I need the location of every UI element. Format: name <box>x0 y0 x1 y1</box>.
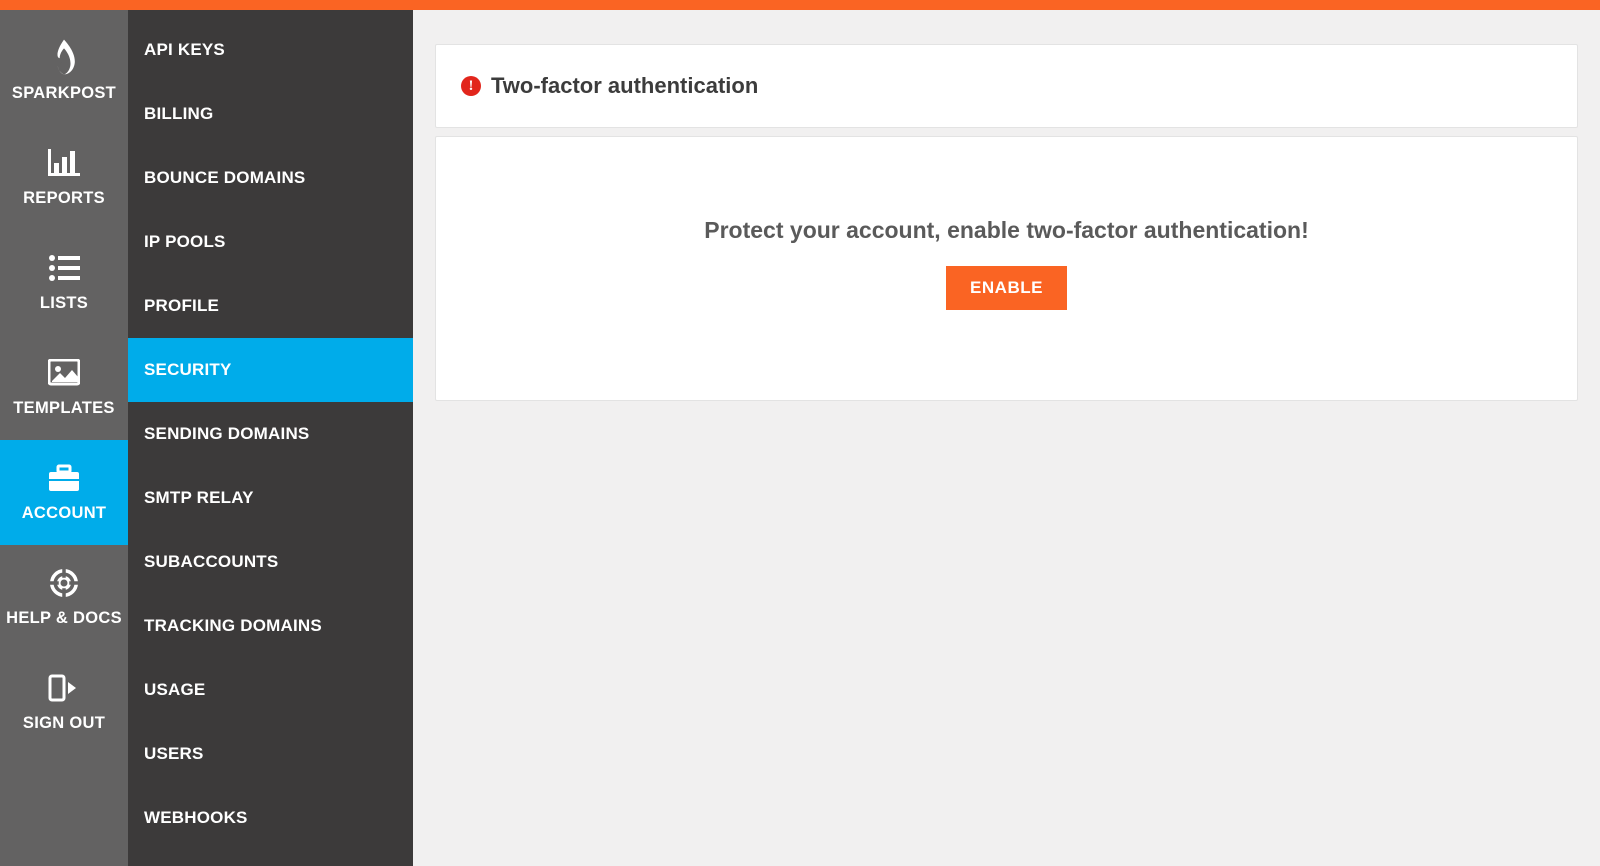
card-header-2fa: ! Two-factor authentication <box>435 44 1578 128</box>
subnav-label: USERS <box>144 744 204 763</box>
main-content: ! Two-factor authentication Protect your… <box>413 10 1600 866</box>
nav-templates-label: TEMPLATES <box>13 399 114 417</box>
subnav-label: SECURITY <box>144 360 232 379</box>
nav-reports-label: REPORTS <box>23 189 105 207</box>
life-ring-icon <box>48 569 80 597</box>
primary-nav: SPARKPOST REPORTS LISTS TEMPLATES ACCOUN <box>0 10 128 866</box>
enable-2fa-button[interactable]: ENABLE <box>946 266 1067 310</box>
card-body-inner: Protect your account, enable two-factor … <box>436 137 1577 400</box>
nav-help[interactable]: HELP & DOCS <box>0 545 128 650</box>
subnav-security[interactable]: SECURITY <box>128 338 413 402</box>
subnav-usage[interactable]: USAGE <box>128 658 413 722</box>
subnav-billing[interactable]: BILLING <box>128 82 413 146</box>
nav-account[interactable]: ACCOUNT <box>0 440 128 545</box>
subnav-label: BOUNCE DOMAINS <box>144 168 305 187</box>
top-accent-bar <box>0 0 1600 10</box>
subnav-subaccounts[interactable]: SUBACCOUNTS <box>128 530 413 594</box>
subnav-label: SMTP RELAY <box>144 488 254 507</box>
subnav-tracking-domains[interactable]: TRACKING DOMAINS <box>128 594 413 658</box>
flame-icon <box>51 38 77 76</box>
subnav-label: SUBACCOUNTS <box>144 552 278 571</box>
subnav-webhooks[interactable]: WEBHOOKS <box>128 786 413 850</box>
subnav-users[interactable]: USERS <box>128 722 413 786</box>
subnav-label: TRACKING DOMAINS <box>144 616 322 635</box>
subnav-ip-pools[interactable]: IP POOLS <box>128 210 413 274</box>
nav-signout-label: SIGN OUT <box>23 714 105 732</box>
nav-lists-label: LISTS <box>40 294 88 312</box>
card-header-row: ! Two-factor authentication <box>436 45 1577 127</box>
nav-reports[interactable]: REPORTS <box>0 125 128 230</box>
nav-templates[interactable]: TEMPLATES <box>0 335 128 440</box>
sign-out-icon <box>48 674 80 702</box>
nav-lists[interactable]: LISTS <box>0 230 128 335</box>
card-title: Two-factor authentication <box>491 73 758 99</box>
subnav-profile[interactable]: PROFILE <box>128 274 413 338</box>
alert-icon: ! <box>461 76 481 96</box>
subnav-label: IP POOLS <box>144 232 226 251</box>
subnav-label: USAGE <box>144 680 205 699</box>
subnav-label: WEBHOOKS <box>144 808 248 827</box>
nav-account-label: ACCOUNT <box>22 504 107 522</box>
card-body-2fa: Protect your account, enable two-factor … <box>435 136 1578 401</box>
subnav-label: SENDING DOMAINS <box>144 424 309 443</box>
image-icon <box>48 359 80 387</box>
subnav-label: PROFILE <box>144 296 219 315</box>
app-shell: SPARKPOST REPORTS LISTS TEMPLATES ACCOUN <box>0 10 1600 866</box>
subnav-bounce-domains[interactable]: BOUNCE DOMAINS <box>128 146 413 210</box>
subnav-label: BILLING <box>144 104 213 123</box>
subnav-label: API KEYS <box>144 40 225 59</box>
nav-signout[interactable]: SIGN OUT <box>0 650 128 755</box>
briefcase-icon <box>48 464 80 492</box>
secondary-nav: API KEYS BILLING BOUNCE DOMAINS IP POOLS… <box>128 10 413 866</box>
enable-2fa-prompt: Protect your account, enable two-factor … <box>461 217 1552 244</box>
subnav-smtp-relay[interactable]: SMTP RELAY <box>128 466 413 530</box>
brand-home[interactable]: SPARKPOST <box>0 10 128 125</box>
subnav-api-keys[interactable]: API KEYS <box>128 18 413 82</box>
subnav-sending-domains[interactable]: SENDING DOMAINS <box>128 402 413 466</box>
brand-label: SPARKPOST <box>12 84 116 102</box>
list-icon <box>48 254 80 282</box>
nav-help-label: HELP & DOCS <box>6 609 122 627</box>
bar-chart-icon <box>48 149 80 177</box>
